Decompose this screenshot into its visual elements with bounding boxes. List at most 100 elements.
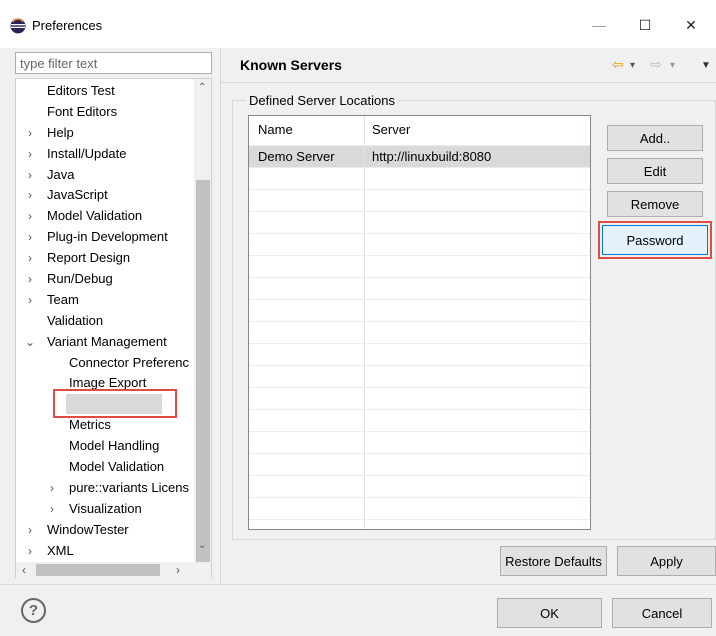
tree-item[interactable]: › Report Design [16, 248, 194, 269]
tree-item[interactable]: Metrics [16, 415, 194, 436]
minimize-button[interactable]: — [576, 10, 622, 40]
tree-item[interactable]: › Visualization [16, 499, 194, 520]
tree-item-label: Run/Debug [47, 271, 113, 287]
tree-item[interactable]: › WindowTester [16, 520, 194, 541]
maximize-button[interactable]: ☐ [622, 10, 668, 40]
table-gridline [249, 519, 590, 520]
cancel-button[interactable]: Cancel [612, 598, 712, 628]
tree-item[interactable]: Font Editors [16, 102, 194, 123]
add-button[interactable]: Add.. [607, 125, 703, 151]
tree-item[interactable]: Image Export [16, 373, 194, 394]
tree-item-label: Metrics [69, 417, 111, 433]
pane-divider[interactable] [220, 48, 221, 584]
collapsed-chevron-icon[interactable]: › [24, 185, 36, 206]
help-icon[interactable]: ? [21, 598, 46, 623]
tree-item-label: Model Validation [69, 459, 165, 475]
collapsed-chevron-icon[interactable]: › [24, 520, 36, 541]
apply-button[interactable]: Apply [617, 546, 716, 576]
tree-item[interactable]: Connector Preferenc [16, 353, 194, 374]
tree-item[interactable]: › pure::variants Licens [16, 478, 194, 499]
collapsed-chevron-icon[interactable]: › [24, 269, 36, 290]
filter-input[interactable] [15, 52, 212, 74]
tree-item-label: Model Validation [47, 208, 143, 224]
tree-item[interactable]: › XML [16, 541, 194, 562]
tree-item[interactable]: › Run/Debug [16, 269, 194, 290]
collapsed-chevron-icon[interactable]: › [24, 123, 36, 144]
tree-selection-highlight [66, 394, 162, 414]
tree-item-label: pure::variants Licens [69, 479, 189, 495]
password-button[interactable]: Password [602, 225, 708, 255]
tree-item[interactable]: › Team [16, 290, 194, 311]
tree-item-label: Font Editors [47, 103, 118, 119]
tree-item-label: Report Design [47, 250, 131, 266]
tree-item-label: Connector Preferenc [69, 354, 189, 370]
tree-item[interactable]: Model Handling [16, 436, 194, 457]
tree-item-label: Install/Update [47, 145, 127, 161]
tree-item-label: Plug-in Development [47, 229, 168, 245]
table-cell-name[interactable]: Demo Server [258, 149, 335, 164]
scroll-right-icon[interactable]: › [176, 563, 180, 577]
scroll-down-icon[interactable]: ⌄ [198, 540, 206, 551]
scroll-up-icon[interactable]: ⌃ [198, 82, 206, 93]
tree-item-label: Validation [47, 312, 104, 328]
tree-item-label: WindowTester [47, 521, 129, 537]
tree-item[interactable]: › Plug-in Development [16, 227, 194, 248]
collapsed-chevron-icon[interactable]: › [46, 499, 58, 520]
collapsed-chevron-icon[interactable]: › [24, 290, 36, 311]
column-separator [364, 116, 365, 529]
title-separator [220, 82, 716, 83]
collapsed-chevron-icon[interactable]: › [24, 144, 36, 165]
table-gridline [249, 475, 590, 476]
collapsed-chevron-icon[interactable]: › [46, 478, 58, 499]
close-button[interactable]: ✕ [668, 10, 714, 40]
column-header-server[interactable]: Server [372, 122, 410, 137]
window-title: Preferences [32, 18, 103, 33]
dialog-footer [0, 584, 716, 636]
tree-item-label: Help [47, 124, 74, 140]
group-label: Defined Server Locations [246, 93, 398, 108]
tree-item-label: Editors Test [47, 83, 115, 98]
tree-item[interactable]: Validation [16, 311, 194, 332]
collapsed-chevron-icon[interactable]: › [24, 165, 36, 186]
tree-item[interactable]: Model Validation [16, 457, 194, 478]
expanded-chevron-icon[interactable]: ⌄ [24, 332, 36, 353]
table-gridline [249, 233, 590, 234]
collapsed-chevron-icon[interactable]: › [24, 248, 36, 269]
collapsed-chevron-icon[interactable]: › [24, 227, 36, 248]
tree-item[interactable]: ⌄ Variant Management [16, 332, 194, 353]
forward-arrow-icon[interactable]: ⇨ [650, 56, 662, 73]
preferences-tree: Editors Test Font Editors › Help › Install/Up… [15, 78, 212, 578]
tree-item-label: XML [47, 542, 74, 558]
tree-item[interactable]: › JavaScript [16, 185, 194, 206]
tree-vertical-scroll-thumb[interactable] [196, 180, 210, 562]
forward-dropdown-icon[interactable]: ▾ [670, 60, 675, 71]
table-gridline [249, 343, 590, 344]
tree-item[interactable]: › Java [16, 165, 194, 186]
collapsed-chevron-icon[interactable]: › [24, 541, 36, 562]
collapsed-chevron-icon[interactable]: › [24, 206, 36, 227]
tree-item-label: JavaScript [47, 187, 108, 203]
page-title: Known Servers [240, 57, 342, 73]
remove-button[interactable]: Remove [607, 191, 703, 217]
restore-defaults-button[interactable]: Restore Defaults [500, 546, 607, 576]
tree-item[interactable]: › Model Validation [16, 206, 194, 227]
table-gridline [249, 321, 590, 322]
tree-item[interactable]: Editors Test [16, 81, 194, 102]
back-dropdown-icon[interactable]: ▾ [630, 60, 635, 71]
column-header-name[interactable]: Name [258, 122, 293, 137]
tree-item-label: Model Handling [69, 438, 160, 454]
table-gridline [249, 387, 590, 388]
view-menu-icon[interactable]: ▼ [701, 60, 711, 71]
tree-item-label: Team [47, 291, 79, 307]
tree-item[interactable]: › Help [16, 123, 194, 144]
back-arrow-icon[interactable]: ⇦ [612, 56, 624, 73]
table-gridline [249, 299, 590, 300]
tree-item[interactable]: › Install/Update [16, 144, 194, 165]
table-cell-server[interactable]: http://linuxbuild:8080 [372, 149, 491, 164]
eclipse-app-icon [10, 18, 26, 34]
ok-button[interactable]: OK [497, 598, 602, 628]
edit-button[interactable]: Edit [607, 158, 703, 184]
tree-horizontal-scroll-thumb[interactable] [36, 564, 160, 576]
table-gridline [249, 277, 590, 278]
scroll-left-icon[interactable]: ‹ [22, 563, 26, 577]
